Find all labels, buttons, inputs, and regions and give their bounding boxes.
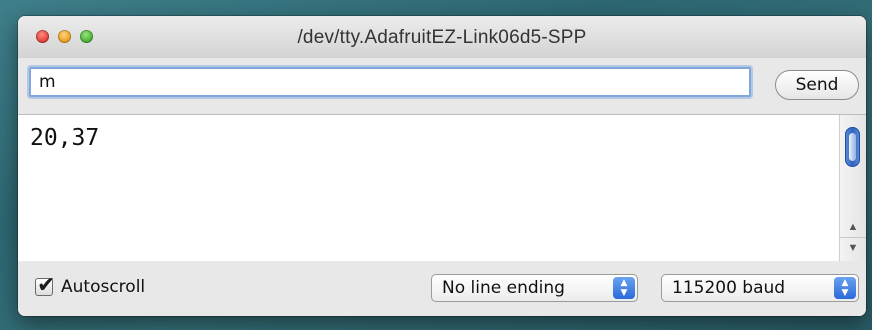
autoscroll-label[interactable]: Autoscroll — [61, 277, 145, 297]
baud-rate-value: 115200 baud — [672, 278, 786, 298]
up-down-chevron-icon: ▲ ▼ — [834, 277, 856, 299]
up-down-chevron-icon: ▲ ▼ — [613, 277, 635, 299]
output-text: 20,37 — [30, 125, 100, 151]
autoscroll-checkbox[interactable]: ✔ — [35, 272, 55, 297]
serial-monitor-window: /dev/tty.AdafruitEZ-Link06d5-SPP Send 20… — [18, 16, 866, 316]
title-bar[interactable]: /dev/tty.AdafruitEZ-Link06d5-SPP — [18, 16, 866, 59]
bottom-toolbar: ✔ Autoscroll No line ending ▲ ▼ 115200 ba… — [18, 261, 866, 316]
serial-input[interactable] — [29, 67, 751, 97]
line-ending-select[interactable]: No line ending ▲ ▼ — [431, 274, 638, 302]
serial-output[interactable]: 20,37 ▲ ▼ — [18, 114, 866, 262]
scroll-down-arrow-icon[interactable]: ▼ — [840, 237, 866, 258]
send-button[interactable]: Send — [775, 70, 859, 100]
line-ending-value: No line ending — [442, 278, 565, 298]
scroll-up-arrow-icon[interactable]: ▲ — [840, 217, 866, 237]
baud-rate-select[interactable]: 115200 baud ▲ ▼ — [661, 274, 859, 302]
input-row: Send — [18, 58, 866, 114]
scroll-thumb[interactable] — [845, 127, 860, 167]
window-title: /dev/tty.AdafruitEZ-Link06d5-SPP — [297, 27, 587, 48]
check-icon: ✔ — [37, 272, 56, 297]
vertical-scrollbar[interactable]: ▲ ▼ — [839, 115, 866, 261]
